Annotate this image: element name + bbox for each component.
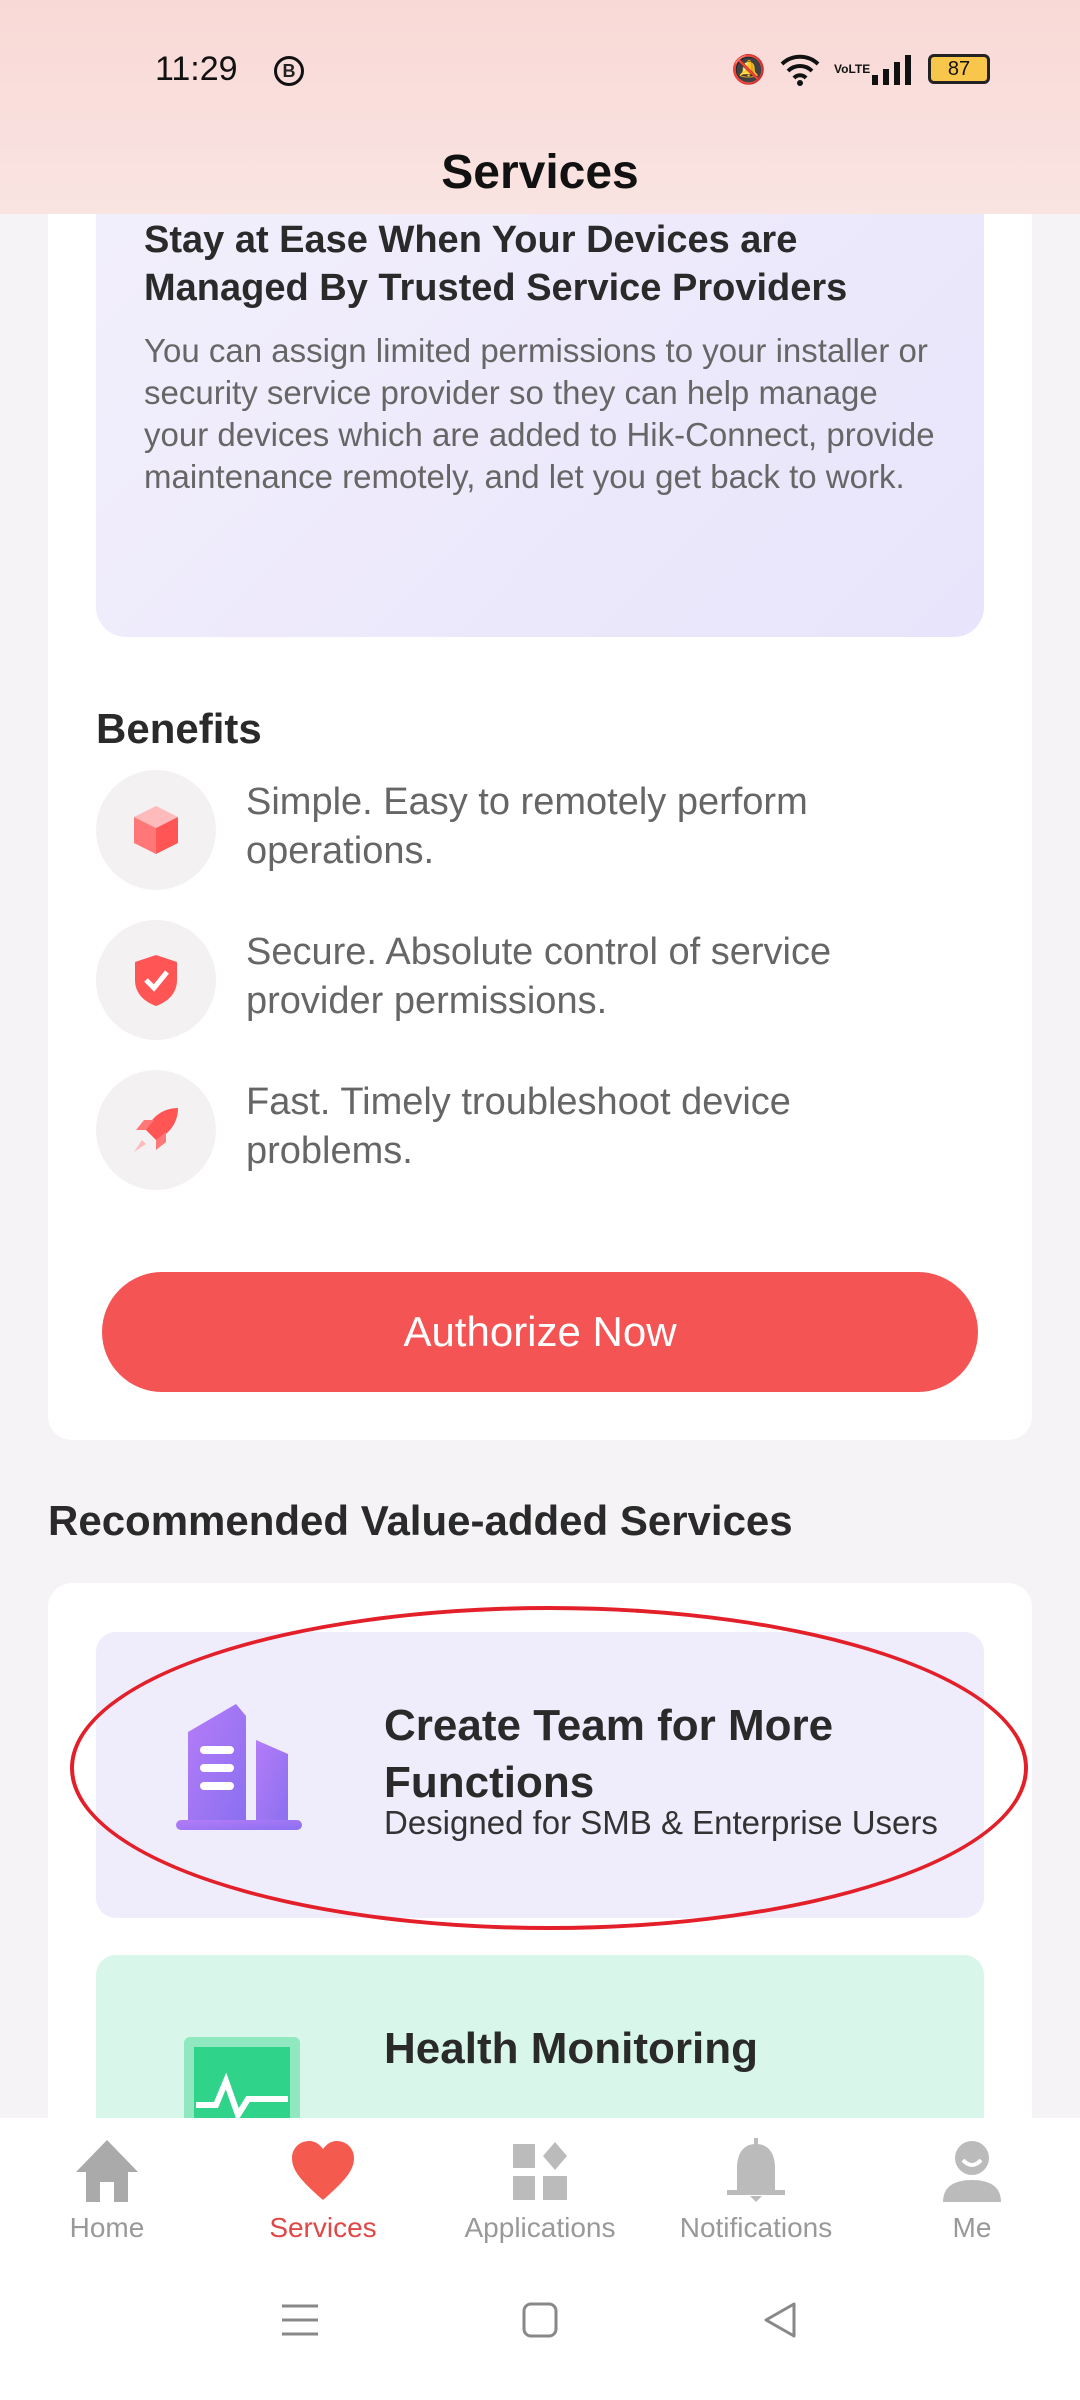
- shield-check-icon: [135, 955, 177, 1006]
- benefit-simple: Simple. Easy to remotely perform operati…: [96, 770, 976, 890]
- back-icon[interactable]: [760, 2300, 800, 2340]
- banner-description: You can assign limited permissions to yo…: [144, 332, 935, 495]
- nav-home[interactable]: Home: [7, 2138, 207, 2244]
- nav-me[interactable]: Me: [872, 2138, 1072, 2244]
- bell-muted-icon: 🔕: [731, 53, 766, 85]
- cube-icon: [134, 806, 178, 854]
- battery-icon: 87: [928, 54, 990, 84]
- create-team-subtitle: Designed for SMB & Enterprise Users: [384, 1804, 938, 1841]
- applications-icon: [513, 2142, 567, 2200]
- banner-title-cut: Stay at Ease When Your Devices are: [144, 219, 798, 261]
- benefits-heading: Benefits: [96, 705, 262, 752]
- status-icons: 🔕 VoLTE 87: [731, 52, 990, 86]
- rocket-icon: [134, 1108, 178, 1152]
- recommended-heading: Recommended Value-added Services: [48, 1497, 793, 1544]
- banner-title: Managed By Trusted Service Providers: [144, 267, 848, 309]
- volte-icon: VoLTE: [834, 61, 871, 76]
- benefit-text: Fast. Timely troubleshoot device problem…: [246, 1081, 791, 1172]
- home-icon: [76, 2140, 138, 2202]
- benefit-fast: Fast. Timely troubleshoot device problem…: [96, 1070, 976, 1190]
- bottom-nav: Home Services Applications Notifications…: [0, 2118, 1080, 2400]
- status-time: 11:29: [155, 50, 238, 88]
- benefit-secure: Secure. Absolute control of service prov…: [96, 920, 976, 1040]
- building-icon: [176, 1704, 302, 1830]
- benefit-text: Simple. Easy to remotely perform operati…: [246, 781, 808, 872]
- app-notification-icon: B: [274, 56, 304, 86]
- nav-services[interactable]: Services: [223, 2138, 423, 2244]
- heart-icon: [292, 2141, 354, 2200]
- nav-applications[interactable]: Applications: [440, 2138, 640, 2244]
- person-icon: [943, 2141, 1001, 2202]
- authorize-now-button[interactable]: Authorize Now: [102, 1272, 978, 1392]
- menu-icon[interactable]: [280, 2300, 320, 2340]
- home-square-icon[interactable]: [520, 2300, 560, 2340]
- system-nav: [0, 2300, 1080, 2340]
- signal-icon: [872, 55, 911, 85]
- create-team-card[interactable]: Create Team for More Functions Designed …: [96, 1632, 984, 1918]
- benefit-text: Secure. Absolute control of service prov…: [246, 931, 832, 1022]
- wifi-icon: [780, 54, 820, 86]
- nav-notifications[interactable]: Notifications: [656, 2138, 856, 2244]
- health-monitoring-title: Health Monitoring: [384, 2024, 758, 2073]
- bell-icon: [727, 2138, 785, 2202]
- create-team-title: Create Team for More Functions: [384, 1701, 834, 1807]
- header: 11:29 B 🔕 VoLTE 87 Services: [0, 0, 1080, 214]
- page-title: Services: [441, 146, 639, 199]
